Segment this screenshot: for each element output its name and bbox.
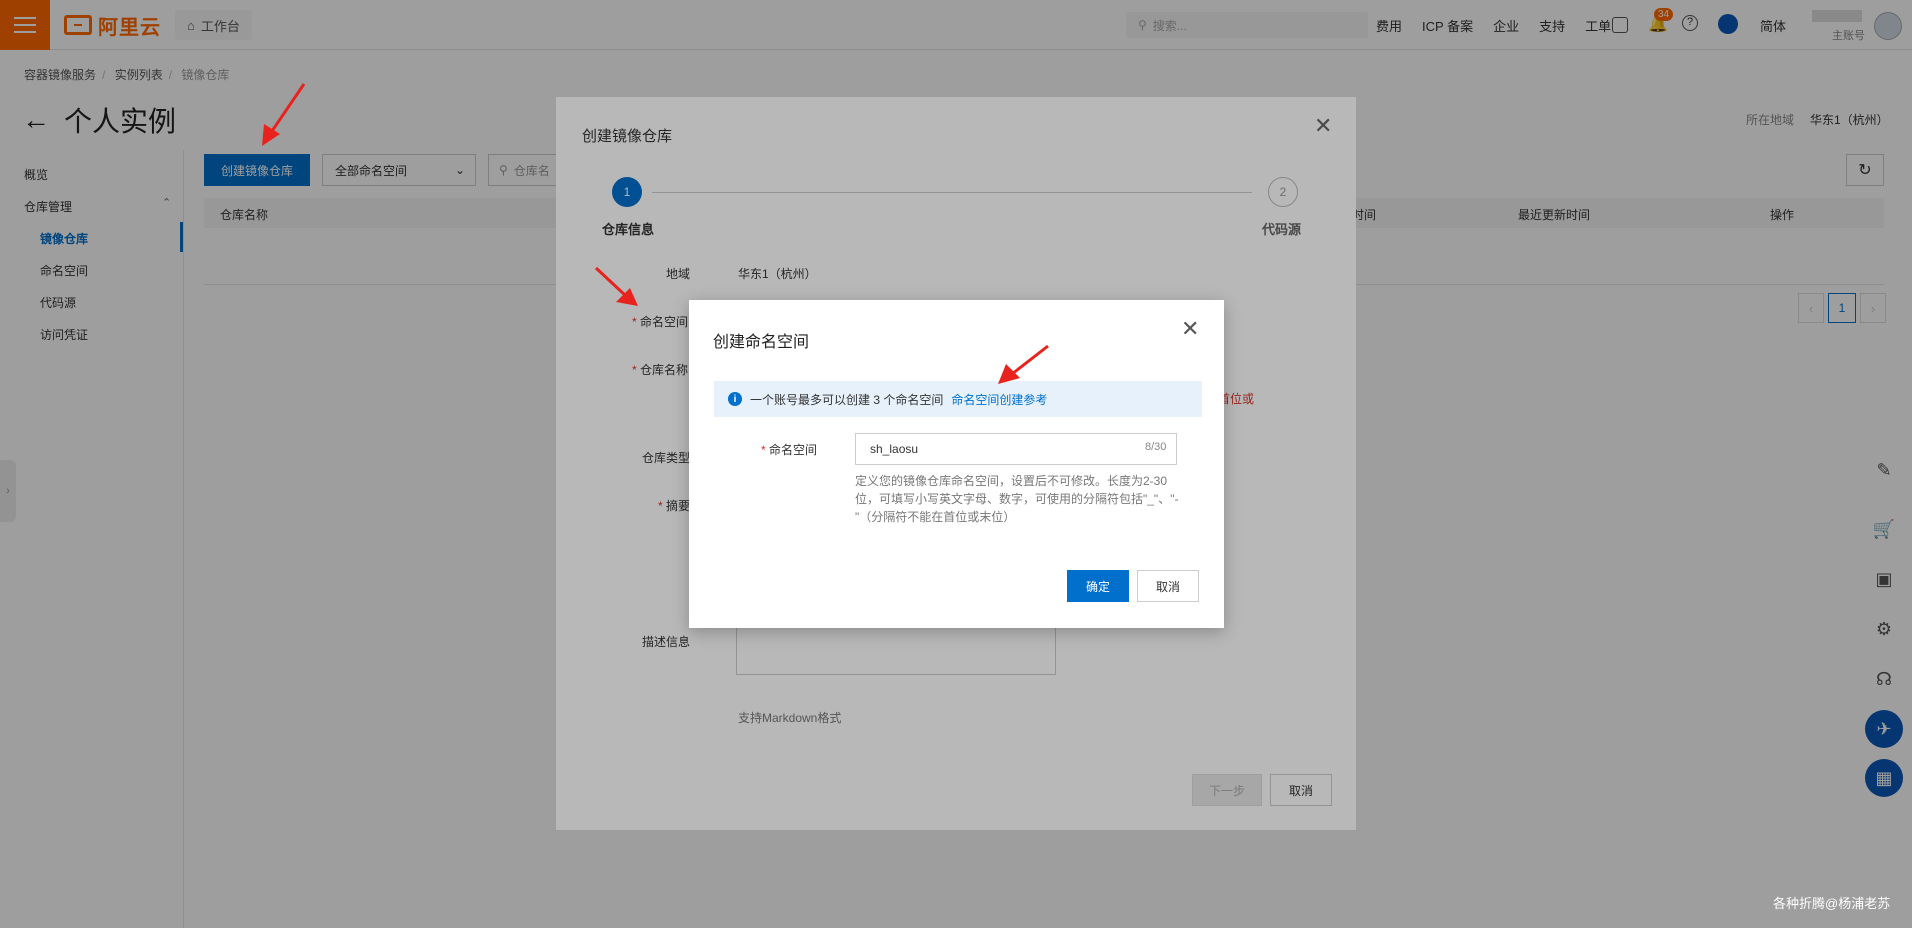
info-alert: i 一个账号最多可以创建 3 个命名空间 命名空间创建参考 (714, 381, 1202, 417)
cancel-button[interactable]: 取消 (1137, 570, 1199, 602)
annotation-arrow-icon (594, 266, 638, 306)
watermark: 各种折腾@杨浦老苏 (1773, 896, 1891, 911)
confirm-button[interactable]: 确定 (1067, 570, 1129, 602)
info-icon: i (728, 392, 742, 406)
namespace-help-text: 定义您的镜像仓库命名空间，设置后不可修改。长度为2-30位，可填写小写英文字母、… (855, 474, 1179, 524)
char-counter: 8/30 (1145, 441, 1167, 453)
close-icon[interactable]: ✕ (1181, 316, 1199, 342)
dialog-title: 创建命名空间 (713, 334, 810, 351)
info-text: 一个账号最多可以创建 3 个命名空间 (750, 392, 944, 407)
namespace-reference-link[interactable]: 命名空间创建参考 (951, 391, 1047, 408)
annotation-arrow-icon (262, 83, 306, 146)
namespace-field-label: * 命名空间 (761, 443, 818, 457)
create-namespace-dialog: 创建命名空间 ✕ i 一个账号最多可以创建 3 个命名空间 命名空间创建参考 *… (689, 300, 1224, 628)
annotation-arrow-icon (998, 344, 1049, 384)
namespace-input[interactable]: sh_laosu (855, 433, 1177, 465)
